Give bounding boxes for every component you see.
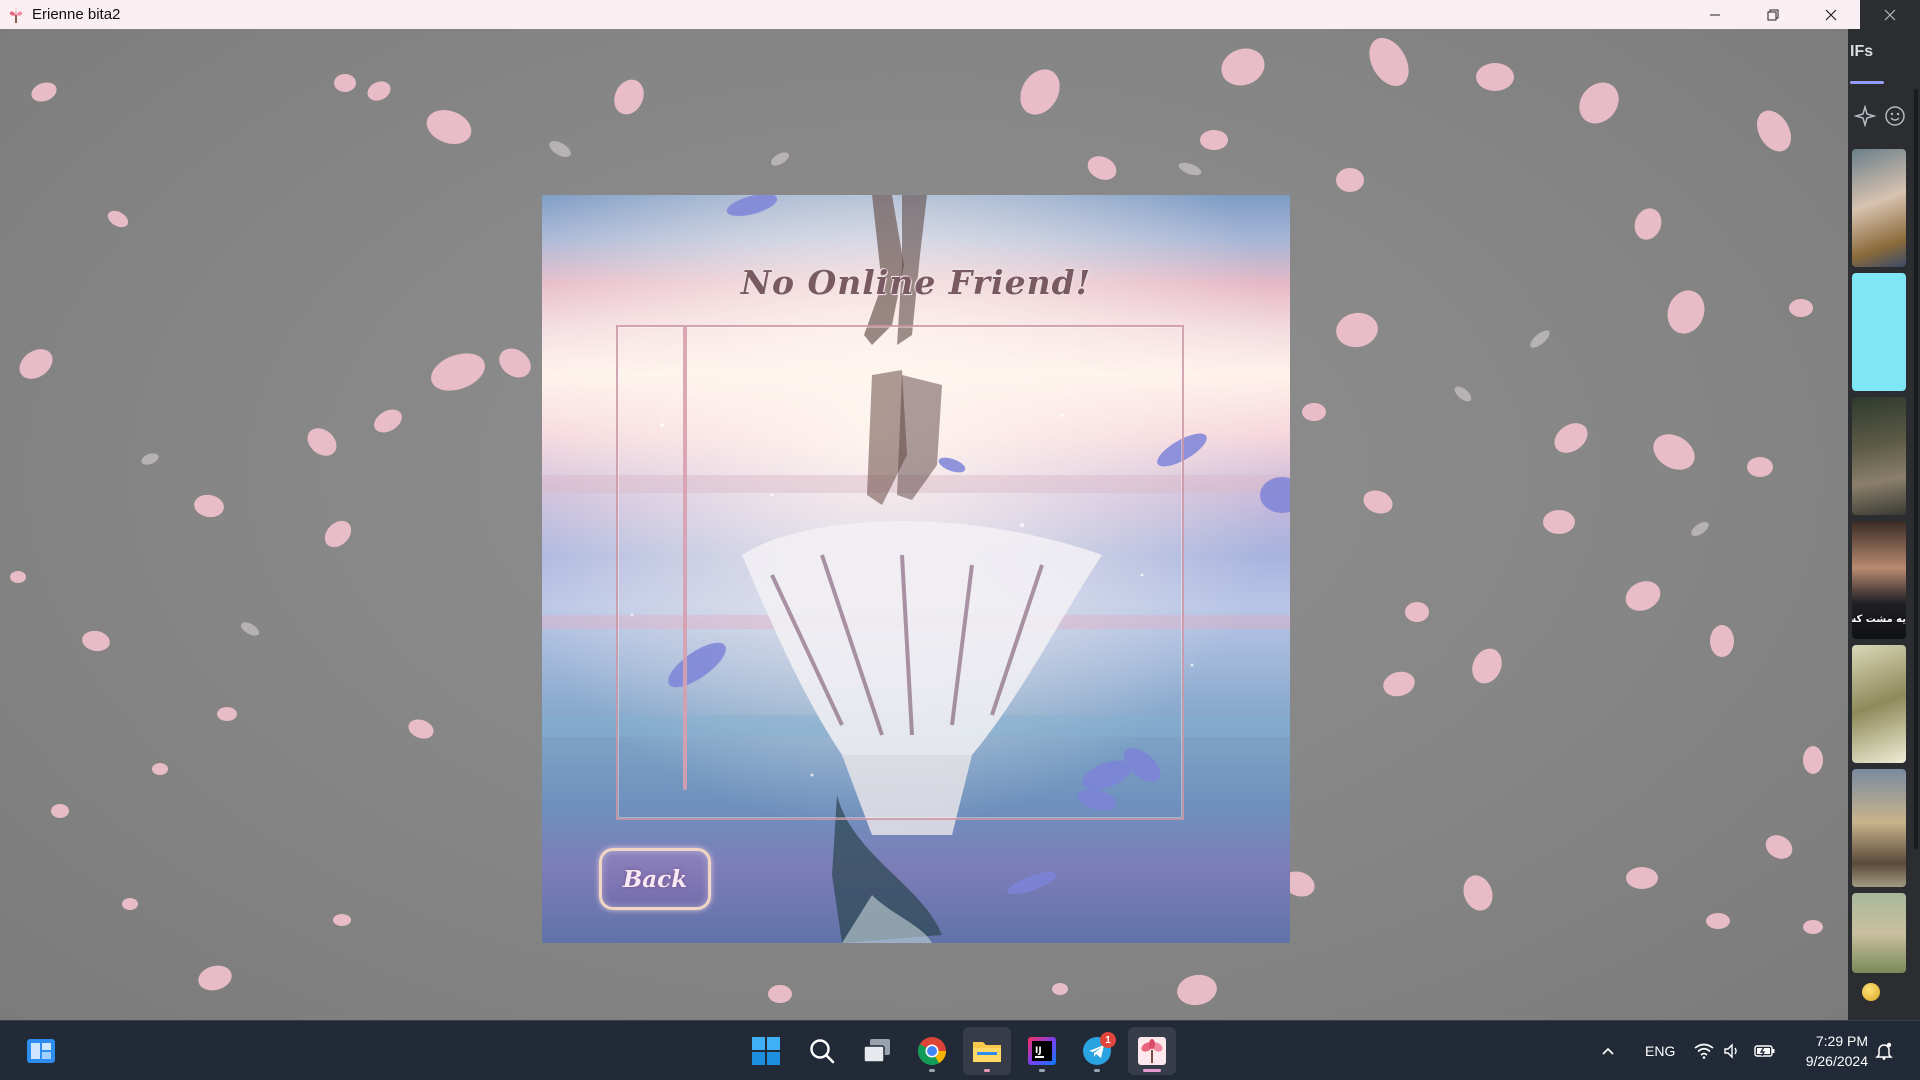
volume-icon[interactable]	[1723, 1021, 1741, 1080]
notifications-bell-icon[interactable]	[1874, 1021, 1894, 1080]
erienne-active-indicator	[1143, 1069, 1161, 1072]
svg-text:IJ: IJ	[1035, 1046, 1042, 1056]
clock-time: 7:29 PM	[1815, 1033, 1868, 1049]
intellij-idea-icon[interactable]: IJ	[1018, 1027, 1066, 1075]
explorer-running-indicator	[984, 1069, 990, 1072]
no-friends-dialog: No Online Friend! Back	[542, 195, 1290, 943]
gif-thumbnail[interactable]: یه مشت کس	[1852, 521, 1906, 639]
app-stage: No Online Friend! Back	[0, 29, 1848, 1020]
clock-date: 9/26/2024	[1805, 1053, 1868, 1069]
minimize-button[interactable]	[1686, 0, 1744, 29]
dialog-title: No Online Friend!	[740, 263, 1092, 302]
gifs-tab[interactable]: IFs	[1850, 43, 1873, 61]
window-titlebar: Erienne bita2	[0, 0, 1860, 29]
language-label: ENG	[1645, 1043, 1676, 1059]
sakura-app-icon	[6, 5, 26, 25]
sparkle-icon[interactable]	[1853, 104, 1877, 131]
battery-charging-icon[interactable]	[1754, 1021, 1776, 1080]
close-button[interactable]	[1802, 0, 1860, 29]
restore-button[interactable]	[1744, 0, 1802, 29]
gif-thumbnail[interactable]	[1852, 769, 1906, 887]
friends-list-scrollbar[interactable]	[683, 325, 687, 790]
task-view-icon[interactable]	[853, 1027, 901, 1075]
telegram-icon[interactable]: 1	[1073, 1027, 1121, 1075]
telegram-notification-badge: 1	[1100, 1032, 1116, 1048]
chrome-running-indicator	[929, 1069, 935, 1072]
wifi-icon[interactable]	[1694, 1021, 1714, 1080]
gif-thumbnail[interactable]	[1852, 645, 1906, 763]
gif-caption: یه مشت کس	[1852, 614, 1906, 625]
gif-thumbnail[interactable]	[1852, 397, 1906, 515]
language-indicator[interactable]: ENG	[1645, 1021, 1675, 1080]
widgets-icon[interactable]	[17, 1027, 65, 1075]
window-title: Erienne bita2	[32, 6, 121, 23]
side-window-close-icon[interactable]	[1860, 0, 1920, 29]
gifs-tab-indicator	[1850, 81, 1884, 84]
gif-thumbnail[interactable]	[1852, 149, 1906, 267]
online-friends-list[interactable]	[616, 325, 1184, 820]
window-controls	[1686, 0, 1860, 29]
erienne-app-icon[interactable]	[1128, 1027, 1176, 1075]
search-icon[interactable]	[798, 1027, 846, 1075]
gif-thumbnail[interactable]	[1852, 273, 1906, 391]
emoji-face-icon[interactable]	[1862, 983, 1880, 1001]
gif-thumbnail[interactable]	[1852, 893, 1906, 973]
emoji-icon[interactable]	[1884, 105, 1906, 131]
windows-taskbar: IJ 1 ENG 7:29 PM 9/26/2024	[0, 1020, 1920, 1080]
intellij-running-indicator	[1039, 1069, 1045, 1072]
back-button[interactable]: Back	[599, 848, 711, 910]
gif-panel-scrollbar[interactable]	[1914, 89, 1918, 849]
taskbar-clock[interactable]: 7:29 PM 9/26/2024	[1806, 1031, 1868, 1071]
show-hidden-icons[interactable]	[1600, 1021, 1616, 1080]
side-window-gif-panel: IFs یه مشت کس	[1848, 29, 1920, 1020]
file-explorer-icon[interactable]	[963, 1027, 1011, 1075]
start-windows-icon[interactable]	[742, 1027, 790, 1075]
gif-picker-toolbar	[1853, 104, 1906, 131]
chrome-icon[interactable]	[908, 1027, 956, 1075]
telegram-running-indicator	[1094, 1069, 1100, 1072]
